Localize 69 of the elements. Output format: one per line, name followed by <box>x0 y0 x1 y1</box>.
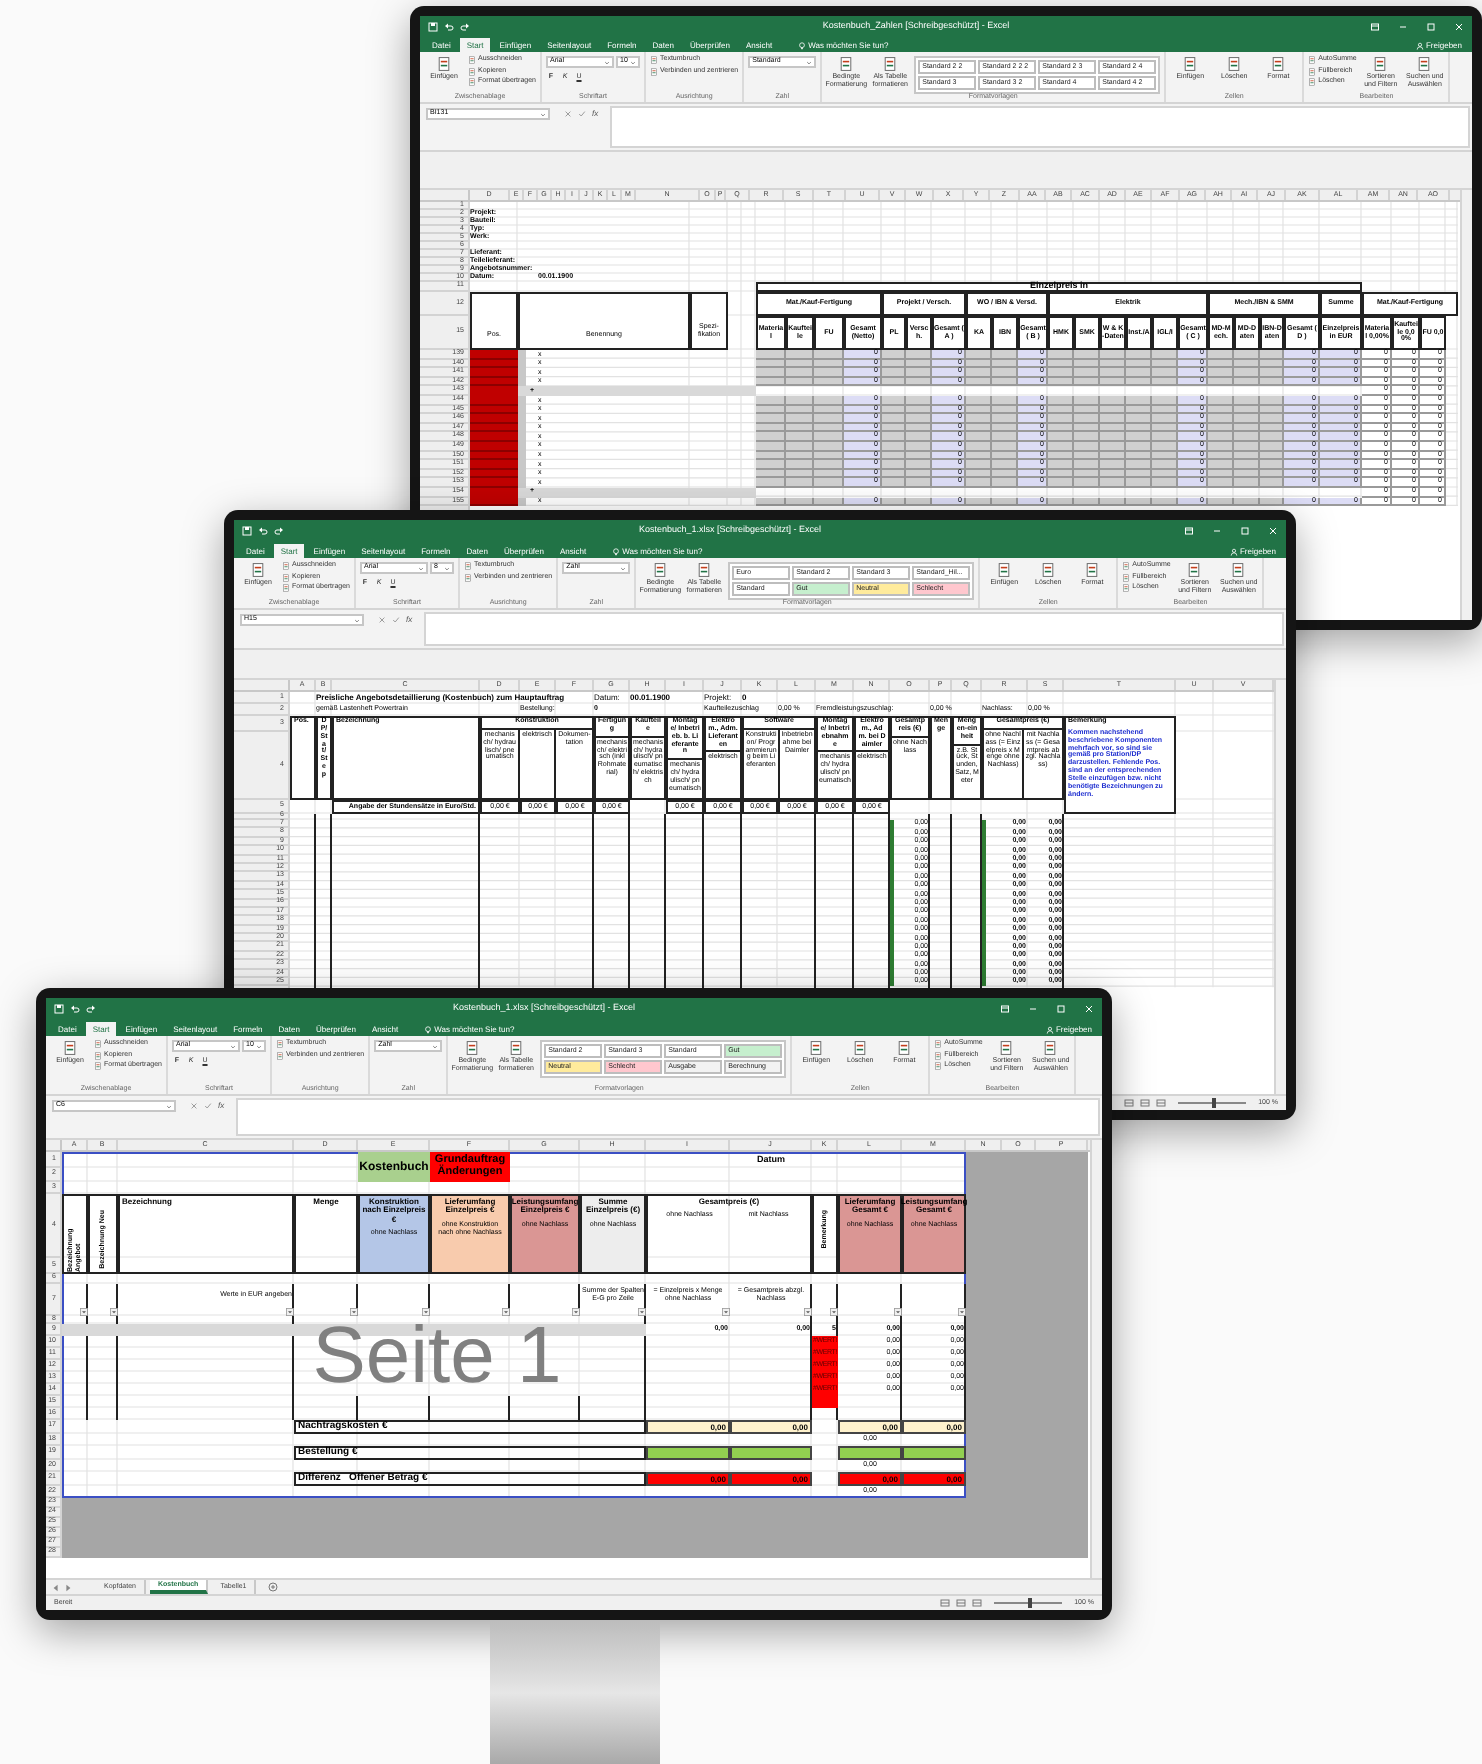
vertical-scrollbar[interactable] <box>1274 680 1286 1094</box>
redo-icon[interactable] <box>86 1003 96 1013</box>
normal-view-icon[interactable] <box>940 1598 951 1608</box>
document-icon <box>468 78 476 86</box>
filter-button-icon[interactable] <box>502 1308 510 1316</box>
redo-icon[interactable] <box>460 21 470 31</box>
document-icon <box>1308 67 1317 75</box>
ribbon-display-icon[interactable] <box>1370 21 1380 31</box>
vertical-scrollbar[interactable] <box>1460 190 1472 620</box>
filter-button-icon[interactable] <box>572 1308 580 1316</box>
page-number-overlay: Seite 1 <box>312 1316 562 1396</box>
filter-button-icon[interactable] <box>638 1308 646 1316</box>
formula-input[interactable] <box>236 1098 1100 1136</box>
document-icon <box>934 1062 943 1070</box>
document-icon <box>282 584 290 592</box>
maximize-icon[interactable] <box>1240 525 1250 535</box>
undo-icon[interactable] <box>70 1003 80 1013</box>
document-icon <box>94 1051 102 1059</box>
document-icon <box>464 573 472 581</box>
filter-button-icon[interactable] <box>958 1308 966 1316</box>
document-icon <box>468 67 476 75</box>
page-break-view-icon[interactable] <box>1156 1098 1167 1108</box>
redo-icon[interactable] <box>274 525 284 535</box>
vertical-scrollbar[interactable] <box>1090 1140 1102 1578</box>
filter-button-icon[interactable] <box>422 1308 430 1316</box>
save-icon[interactable] <box>428 21 438 31</box>
save-icon[interactable] <box>242 525 252 535</box>
cancel-icon[interactable] <box>190 1102 198 1110</box>
enter-icon[interactable] <box>578 110 586 118</box>
document-icon <box>650 67 658 75</box>
maximize-icon[interactable] <box>1056 1003 1066 1013</box>
filter-button-icon[interactable] <box>286 1308 294 1316</box>
page-break-view-icon[interactable] <box>972 1598 983 1608</box>
close-icon[interactable] <box>1268 525 1278 535</box>
cancel-icon[interactable] <box>378 616 386 624</box>
formula-input[interactable] <box>424 612 1284 646</box>
filter-button-icon[interactable] <box>830 1308 838 1316</box>
document-icon <box>934 1051 943 1059</box>
filter-button-icon[interactable] <box>350 1308 358 1316</box>
page-layout-icon[interactable] <box>1140 1098 1151 1108</box>
enter-icon[interactable] <box>204 1102 212 1110</box>
minimize-icon[interactable] <box>1212 525 1222 535</box>
minimize-icon[interactable] <box>1028 1003 1038 1013</box>
ribbon-display-icon[interactable] <box>1184 525 1194 535</box>
document-icon <box>1308 78 1317 86</box>
filter-button-icon[interactable] <box>722 1308 730 1316</box>
document-icon <box>276 1051 284 1059</box>
filter-button-icon[interactable] <box>804 1308 812 1316</box>
minimize-icon[interactable] <box>1398 21 1408 31</box>
formula-input[interactable] <box>610 106 1470 148</box>
document-icon <box>282 573 290 581</box>
enter-icon[interactable] <box>392 616 400 624</box>
document-icon <box>94 1062 102 1070</box>
undo-icon[interactable] <box>258 525 268 535</box>
ribbon-display-icon[interactable] <box>1000 1003 1010 1013</box>
close-icon[interactable] <box>1084 1003 1094 1013</box>
maximize-icon[interactable] <box>1426 21 1436 31</box>
save-icon[interactable] <box>54 1003 64 1013</box>
undo-icon[interactable] <box>444 21 454 31</box>
cancel-icon[interactable] <box>564 110 572 118</box>
page-layout-icon[interactable] <box>956 1598 967 1608</box>
document-icon <box>1122 584 1131 592</box>
add-sheet-icon[interactable] <box>268 1582 279 1592</box>
close-icon[interactable] <box>1454 21 1464 31</box>
filter-button-icon[interactable] <box>80 1308 88 1316</box>
normal-view-icon[interactable] <box>1124 1098 1135 1108</box>
filter-button-icon[interactable] <box>110 1308 118 1316</box>
document-icon <box>1122 573 1131 581</box>
filter-button-icon[interactable] <box>894 1308 902 1316</box>
